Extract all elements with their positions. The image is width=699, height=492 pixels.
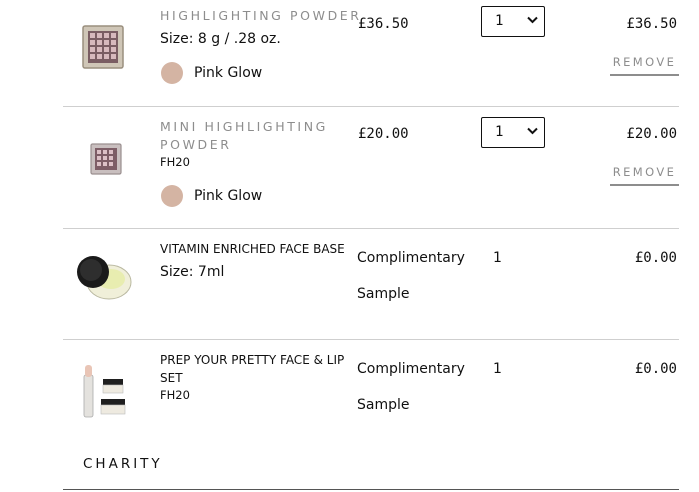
unit-price: £20.00 (358, 126, 409, 142)
cart-item-row: MINI HIGHLIGHTING POWDER FH20 Pink Glow … (63, 106, 679, 229)
shade-name: Pink Glow (194, 65, 263, 81)
product-size: Size: 7ml (160, 264, 225, 280)
price-complimentary: Complimentary (357, 250, 465, 266)
unit-price: £36.50 (358, 16, 409, 32)
shade-swatch (161, 62, 183, 84)
chevron-down-icon (527, 127, 538, 135)
line-total: £0.00 (634, 250, 677, 266)
promo-code: FH20 (160, 155, 190, 169)
product-name-line2[interactable]: POWDER (160, 136, 232, 154)
cart-item-row: HIGHLIGHTING POWDER Size: 8 g / .28 oz. … (63, 0, 679, 107)
product-image-prep-set[interactable] (79, 361, 131, 421)
product-name[interactable]: PREP YOUR PRETTY FACE & LIP SET (160, 351, 355, 387)
shade-swatch (161, 185, 183, 207)
quantity-select[interactable]: 1 (481, 6, 545, 37)
product-name-line1[interactable]: MINI HIGHLIGHTING (160, 118, 328, 136)
quantity-value: 1 (493, 250, 502, 266)
line-total: £0.00 (634, 361, 677, 377)
quantity-value: 1 (493, 361, 502, 377)
chevron-down-icon (527, 16, 538, 24)
remove-button[interactable]: REMOVE (610, 55, 679, 76)
product-image-mini-highlighting-powder[interactable] (89, 142, 123, 176)
cart-item-row: VITAMIN ENRICHED FACE BASE Size: 7ml Com… (63, 228, 679, 340)
quantity-value: 1 (495, 124, 504, 140)
price-sample: Sample (357, 286, 410, 302)
quantity-select[interactable]: 1 (481, 117, 545, 148)
product-name[interactable]: VITAMIN ENRICHED FACE BASE (160, 240, 355, 258)
section-heading-charity: CHARITY (83, 456, 163, 472)
product-name[interactable]: HIGHLIGHTING POWDER (160, 7, 362, 25)
price-sample: Sample (357, 397, 410, 413)
product-size: Size: 8 g / .28 oz. (160, 31, 281, 47)
remove-button[interactable]: REMOVE (610, 165, 679, 186)
divider (63, 489, 679, 490)
line-total: £36.50 (626, 16, 677, 32)
line-total: £20.00 (626, 126, 677, 142)
price-complimentary: Complimentary (357, 361, 465, 377)
promo-code: FH20 (160, 388, 190, 402)
quantity-value: 1 (495, 13, 504, 29)
cart-item-row: PREP YOUR PRETTY FACE & LIP SET FH20 Com… (63, 339, 679, 439)
product-image-face-base-jar[interactable] (73, 252, 135, 302)
product-image-highlighting-powder[interactable] (81, 24, 125, 70)
shade-name: Pink Glow (194, 188, 263, 204)
